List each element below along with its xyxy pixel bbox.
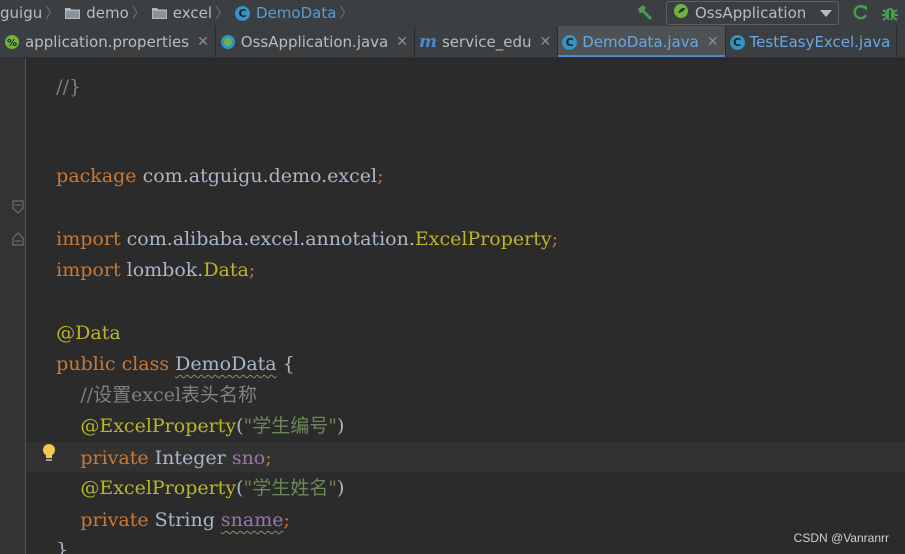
- code-line-package: package com.atguigu.demo.excel;: [56, 165, 384, 187]
- breadcrumb-separator-icon: 〉: [215, 6, 230, 22]
- close-icon[interactable]: ✕: [396, 34, 408, 50]
- code-editor[interactable]: //} package com.atguigu.demo.excel; impo…: [0, 59, 905, 554]
- editor-gutter[interactable]: [0, 59, 26, 554]
- code-line-data-annotation: @Data: [56, 322, 121, 344]
- code-line: //}: [56, 76, 82, 98]
- code-line-field-sname: private String sname;: [80, 509, 290, 531]
- run-configuration-select[interactable]: OssApplication: [666, 1, 839, 25]
- tab-demodata-java[interactable]: C DemoData.java ✕: [558, 26, 726, 57]
- debug-bug-icon[interactable]: [875, 0, 905, 26]
- breadcrumb-separator-icon: 〉: [131, 6, 146, 22]
- folder-icon: [65, 7, 81, 19]
- breadcrumb-label: excel: [172, 4, 213, 22]
- chevron-down-icon: [820, 4, 832, 22]
- editor-tabs: % application.properties ✕ OssApplicatio…: [0, 26, 905, 58]
- breadcrumb-item-demodata[interactable]: C DemoData 〉: [233, 0, 357, 26]
- close-icon[interactable]: ✕: [197, 34, 209, 50]
- tab-label: DemoData.java: [582, 33, 699, 51]
- code-line-import-excelproperty: import com.alibaba.excel.annotation.Exce…: [56, 228, 558, 250]
- fold-marker-icon[interactable]: [12, 231, 24, 246]
- breadcrumb-separator-icon: 〉: [339, 6, 354, 22]
- folder-icon: [151, 7, 167, 19]
- class-icon: C: [729, 34, 745, 50]
- breadcrumb-label: guigu: [0, 4, 43, 22]
- svg-text:%: %: [7, 38, 17, 49]
- code-line-annotation-sno: @ExcelProperty("学生编号"): [80, 415, 345, 437]
- navigation-bar: guigu 〉 demo 〉 excel 〉 C DemoData 〉 OssA…: [0, 0, 905, 26]
- close-icon[interactable]: ✕: [539, 34, 551, 50]
- class-icon: C: [562, 34, 578, 50]
- tab-label: service_edu: [441, 33, 532, 51]
- run-configuration-label: OssApplication: [695, 4, 807, 22]
- code-line-comment: //设置excel表头名称: [56, 384, 258, 406]
- code-line-field-sno: private Integer sno;: [80, 447, 272, 469]
- breadcrumb-label: demo: [86, 4, 129, 22]
- breadcrumb-item-demo[interactable]: demo 〉: [63, 0, 150, 26]
- code-line-close-brace: }: [56, 539, 69, 554]
- tab-label: TestEasyExcel.java: [749, 33, 891, 51]
- code-line-class-declaration: public class DemoData {: [56, 353, 295, 375]
- toolbar: OssApplication: [632, 0, 905, 26]
- maven-m-icon: m: [418, 32, 437, 52]
- tab-service-edu[interactable]: m service_edu ✕: [415, 26, 559, 57]
- breadcrumb-separator-icon: 〉: [45, 6, 60, 22]
- build-hammer-icon[interactable]: [632, 0, 658, 26]
- breadcrumb-label: DemoData: [256, 4, 337, 22]
- spring-properties-icon: %: [4, 34, 20, 50]
- code-line-import-data: import lombok.Data;: [56, 259, 256, 281]
- tab-testeasyexcel-java[interactable]: C TestEasyExcel.java: [726, 26, 898, 57]
- code-line-annotation-sname: @ExcelProperty("学生姓名"): [80, 477, 345, 499]
- close-icon[interactable]: ✕: [707, 34, 719, 50]
- spring-boot-icon: [673, 3, 689, 23]
- tab-label: OssApplication.java: [240, 33, 389, 51]
- class-icon: C: [235, 5, 251, 21]
- breadcrumb-item-guigu[interactable]: guigu 〉: [0, 0, 63, 26]
- breadcrumb-item-excel[interactable]: excel 〉: [150, 0, 233, 26]
- tab-ossapplication-java[interactable]: OssApplication.java ✕: [216, 26, 415, 57]
- rerun-icon[interactable]: [845, 0, 875, 26]
- spring-boot-icon: [220, 34, 236, 50]
- watermark: CSDN @Vanranrr: [793, 531, 889, 545]
- fold-marker-icon[interactable]: [12, 199, 24, 214]
